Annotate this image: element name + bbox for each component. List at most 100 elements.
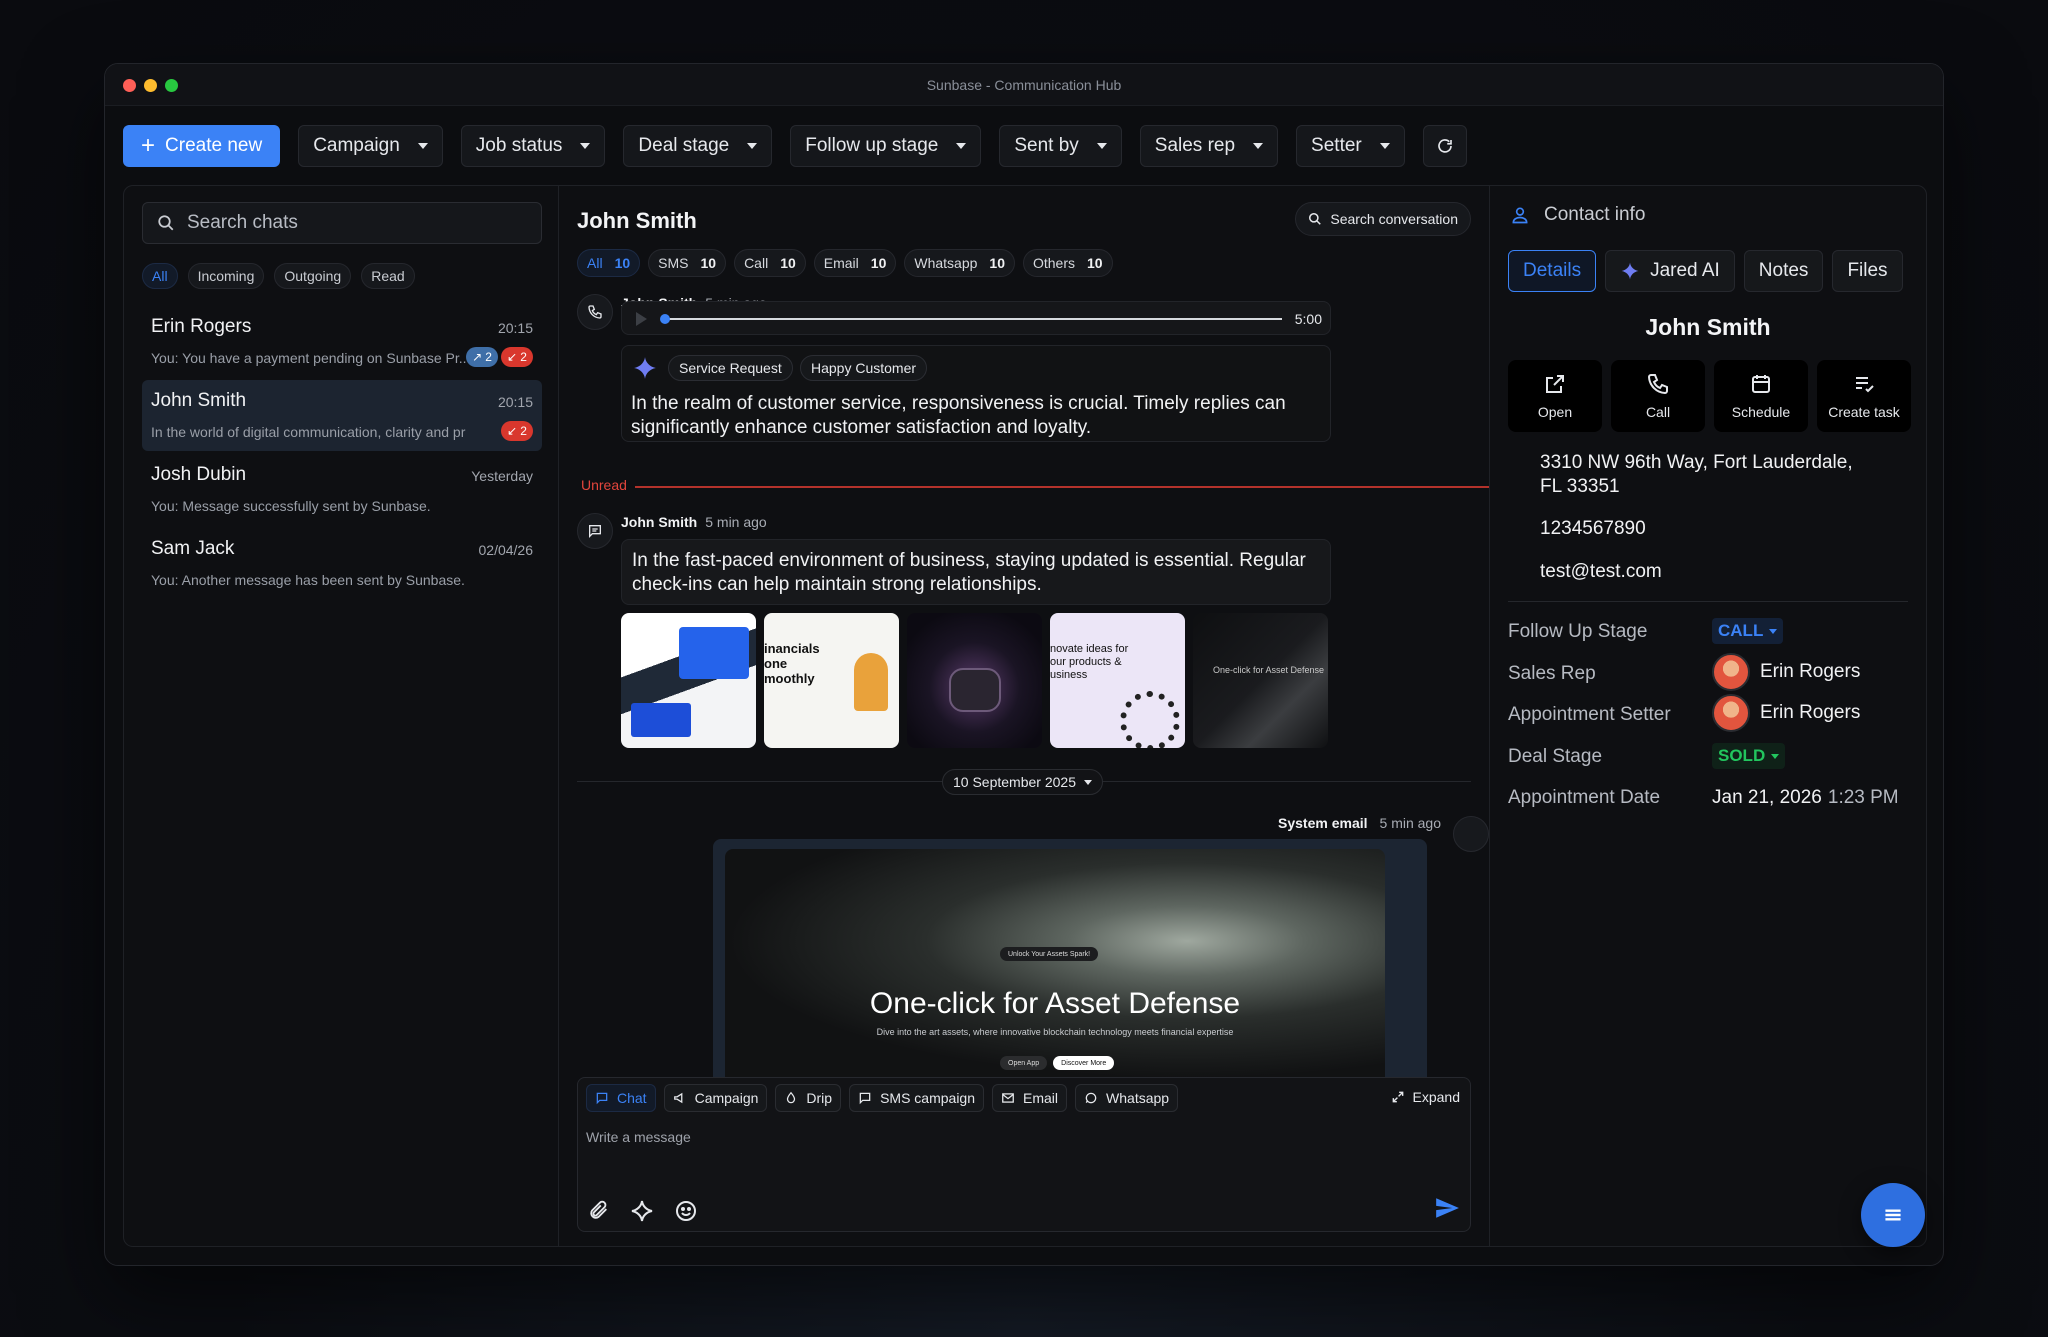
tab-all[interactable]: All 10 — [577, 249, 641, 277]
search-conversation-button[interactable]: Search conversation — [1295, 202, 1471, 236]
create-task-button[interactable]: Create task — [1817, 360, 1911, 432]
chat-filter-chips: All Incoming Outgoing Read — [142, 263, 415, 289]
tab-notes[interactable]: Notes — [1743, 250, 1824, 292]
badge-count: 2 — [520, 424, 527, 438]
composer-tab-label: Whatsapp — [1106, 1090, 1170, 1106]
email-preview[interactable]: Unlock Your Assets Spark! One-click for … — [713, 839, 1427, 1079]
refresh-button[interactable] — [1422, 125, 1467, 167]
divider — [1508, 601, 1908, 602]
deal-stage-dropdown[interactable]: SOLD — [1712, 743, 1786, 769]
tab-jared-ai[interactable]: Jared AI — [1605, 250, 1735, 292]
audio-duration: 5:00 — [1294, 311, 1322, 327]
create-new-label: Create new — [165, 135, 263, 156]
follow-up-stage-text: CALL — [1718, 621, 1764, 640]
setter-filter[interactable]: Setter — [1296, 125, 1405, 167]
chip-read[interactable]: Read — [361, 263, 415, 289]
email-hero-pill: Unlock Your Assets Spark! — [1000, 947, 1099, 961]
avatar — [1712, 694, 1750, 732]
job-status-filter[interactable]: Job status — [460, 125, 606, 167]
appointment-date-label: Appointment Date — [1508, 787, 1661, 808]
sales-rep-label: Sales Rep — [1508, 663, 1596, 684]
caret-down-icon — [747, 143, 758, 149]
phone-icon — [577, 294, 613, 330]
email-subline: Dive into the art assets, where innovati… — [876, 1027, 1234, 1037]
conversation-item[interactable]: John Smith 20:15 In the world of digital… — [142, 380, 542, 451]
conversation-item[interactable]: Erin Rogers 20:15 You: You have a paymen… — [142, 306, 542, 377]
chip-outgoing[interactable]: Outgoing — [274, 263, 352, 289]
date-separator-dropdown[interactable]: 10 September 2025 — [942, 769, 1103, 795]
image-attachment[interactable] — [621, 613, 756, 748]
tab-label: Whatsapp — [914, 255, 978, 271]
sent-by-filter[interactable]: Sent by — [999, 125, 1122, 167]
conversation-item[interactable]: Sam Jack 02/04/26 You: Another message h… — [142, 528, 542, 599]
schedule-button[interactable]: Schedule — [1714, 360, 1808, 432]
follow-up-stage-label: Follow Up Stage — [1508, 621, 1648, 642]
composer-tab-sms-campaign[interactable]: SMS campaign — [849, 1084, 985, 1112]
tab-sms[interactable]: SMS 10 — [648, 249, 727, 277]
sales-rep-filter[interactable]: Sales rep — [1139, 125, 1279, 167]
badge-count: 2 — [520, 350, 527, 364]
appointment-date-value[interactable]: Jan 21, 2026 1:23 PM — [1712, 787, 1899, 809]
play-icon[interactable] — [636, 312, 647, 326]
tab-email[interactable]: Email 10 — [813, 249, 897, 277]
conversation-item[interactable]: Josh Dubin Yesterday You: Message succes… — [142, 454, 542, 525]
call-button[interactable]: Call — [1611, 360, 1705, 432]
expand-button[interactable]: Expand — [1391, 1089, 1460, 1105]
email-hero-image: Unlock Your Assets Spark! One-click for … — [725, 849, 1385, 1079]
composer-tab-email[interactable]: Email — [992, 1084, 1068, 1112]
follow-up-stage-value: CALL — [1712, 618, 1784, 644]
task-list-icon — [1856, 377, 1874, 393]
campaign-filter[interactable]: Campaign — [298, 125, 443, 167]
composer-tab-whatsapp[interactable]: Whatsapp — [1075, 1084, 1179, 1112]
image-attachment[interactable] — [1050, 613, 1185, 748]
composer-tab-campaign[interactable]: Campaign — [663, 1084, 768, 1112]
tab-count: 10 — [614, 255, 631, 271]
audio-progress-knob[interactable] — [660, 314, 670, 324]
image-attachment[interactable] — [907, 613, 1042, 748]
sales-rep-value[interactable]: Erin Rogers — [1712, 653, 1860, 691]
email-address[interactable]: test@test.com — [1540, 560, 1662, 584]
refresh-icon — [1437, 139, 1452, 153]
audio-player[interactable]: 5:00 — [621, 301, 1331, 335]
send-icon[interactable] — [1434, 1195, 1460, 1221]
outgoing-arrow-icon: ↗ — [472, 350, 483, 364]
badge-count: 2 — [485, 350, 492, 364]
create-new-button[interactable]: + Create new — [123, 125, 281, 167]
image-attachment[interactable] — [764, 613, 899, 748]
tab-files[interactable]: Files — [1832, 250, 1903, 292]
composer-tab-drip[interactable]: Drip — [775, 1084, 842, 1112]
address-line-1: 3310 NW 96th Way, Fort Lauderdale, — [1540, 452, 1853, 473]
sparkle-icon[interactable] — [630, 1199, 654, 1223]
tab-whatsapp[interactable]: Whatsapp 10 — [904, 249, 1015, 277]
tab-call[interactable]: Call 10 — [734, 249, 806, 277]
emoji-icon[interactable] — [674, 1199, 698, 1223]
expand-icon — [1392, 1091, 1403, 1103]
follow-up-stage-filter[interactable]: Follow up stage — [790, 125, 982, 167]
follow-up-stage-dropdown[interactable]: CALL — [1712, 618, 1784, 644]
deal-stage-filter[interactable]: Deal stage — [623, 125, 773, 167]
toolbar: + Create new Campaign Job status Deal st… — [123, 125, 1467, 167]
message-input[interactable]: Write a message — [586, 1129, 691, 1145]
address-line-2: FL 33351 — [1540, 476, 1620, 497]
appointment-setter-value[interactable]: Erin Rogers — [1712, 694, 1860, 732]
menu-fab-button[interactable] — [1861, 1183, 1925, 1247]
phone-number[interactable]: 1234567890 — [1540, 517, 1646, 541]
tab-others[interactable]: Others 10 — [1022, 249, 1113, 277]
tab-label: Notes — [1758, 260, 1809, 281]
caret-down-icon — [1096, 143, 1107, 149]
tab-details[interactable]: Details — [1508, 250, 1597, 292]
filter-label: Sent by — [1014, 135, 1079, 156]
audio-track[interactable] — [664, 318, 1282, 320]
paperclip-icon[interactable] — [588, 1199, 610, 1221]
drop-icon — [787, 1091, 796, 1104]
chip-incoming[interactable]: Incoming — [187, 263, 265, 289]
email-headline: One-click for Asset Defense — [869, 987, 1241, 1020]
missed-arrow-icon: ↙ — [507, 424, 518, 438]
action-label: Schedule — [1731, 404, 1791, 420]
composer-tab-chat[interactable]: Chat — [586, 1084, 656, 1112]
image-attachment[interactable] — [1193, 613, 1328, 748]
chip-all[interactable]: All — [142, 263, 178, 289]
open-button[interactable]: Open — [1508, 360, 1602, 432]
search-chats-input[interactable]: Search chats — [142, 202, 542, 244]
search-conversation-label: Search conversation — [1330, 211, 1458, 227]
